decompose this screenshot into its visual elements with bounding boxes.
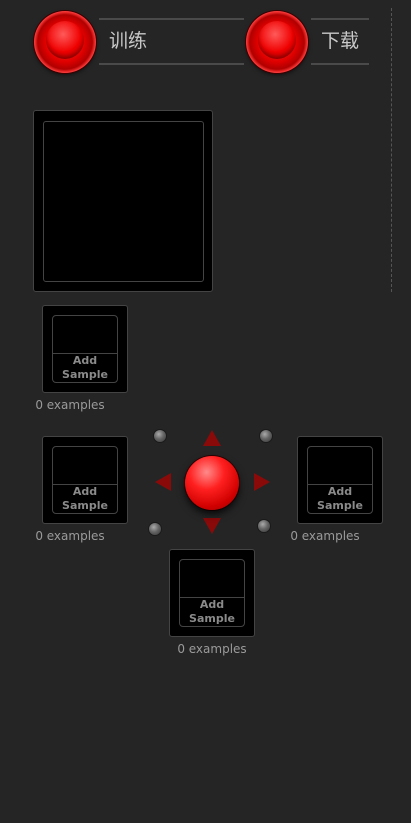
add-sample-button[interactable]: Add Sample	[179, 559, 245, 627]
add-sample-label: Add Sample	[62, 485, 108, 512]
download-label: 下载	[311, 18, 369, 65]
add-sample-button[interactable]: Add Sample	[307, 446, 373, 514]
download-button[interactable]	[246, 11, 308, 73]
arrow-right-icon	[254, 473, 270, 491]
bolt-icon	[260, 430, 272, 442]
example-count: 0 examples	[290, 529, 360, 543]
arrow-up-icon	[203, 430, 221, 446]
add-sample-label: Add Sample	[189, 598, 235, 625]
train-label: 训练	[99, 18, 244, 65]
bolt-icon	[258, 520, 270, 532]
example-count: 0 examples	[35, 529, 105, 543]
arrow-left-icon	[155, 473, 171, 491]
train-button[interactable]	[34, 11, 96, 73]
add-sample-button[interactable]: Add Sample	[52, 446, 118, 514]
webcam-preview	[33, 110, 213, 292]
sample-box-right: Add Sample	[297, 436, 383, 524]
divider	[391, 8, 392, 292]
example-count: 0 examples	[35, 398, 105, 412]
webcam-frame	[43, 121, 204, 282]
bolt-icon	[154, 430, 166, 442]
joystick-icon[interactable]	[185, 456, 239, 510]
example-count: 0 examples	[177, 642, 247, 656]
sample-box-down: Add Sample	[169, 549, 255, 637]
add-sample-label: Add Sample	[317, 485, 363, 512]
sample-box-left: Add Sample	[42, 436, 128, 524]
add-sample-button[interactable]: Add Sample	[52, 315, 118, 383]
add-sample-label: Add Sample	[62, 354, 108, 381]
arrow-down-icon	[203, 518, 221, 534]
sample-box-up: Add Sample	[42, 305, 128, 393]
bolt-icon	[149, 523, 161, 535]
